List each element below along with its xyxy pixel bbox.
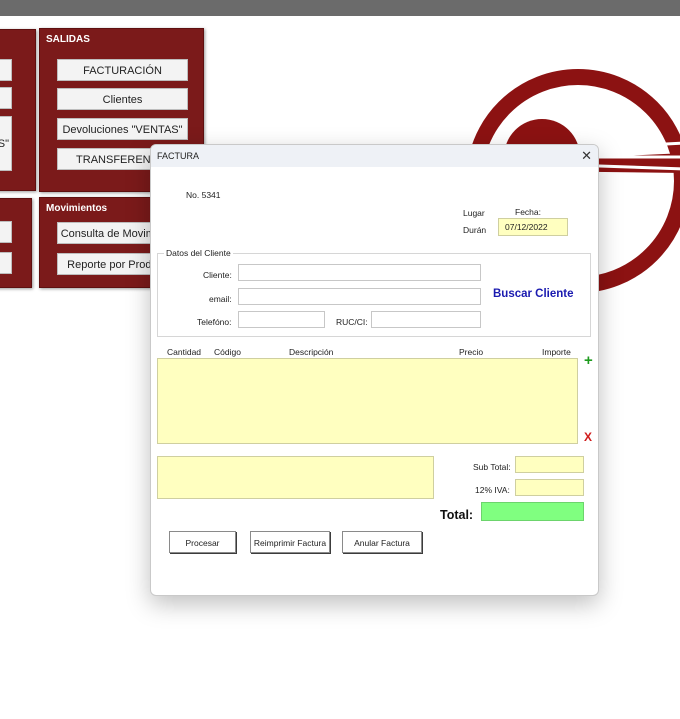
dialog-titlebar: FACTURA ✕ <box>151 145 598 167</box>
buscar-cliente-button[interactable]: Buscar Cliente <box>493 288 574 300</box>
email-input[interactable] <box>238 288 481 305</box>
procesar-button[interactable]: Procesar <box>169 531 236 553</box>
clientes-button[interactable]: Clientes <box>57 88 188 110</box>
telefono-input[interactable] <box>238 311 325 328</box>
total-field[interactable] <box>481 502 584 521</box>
dialog-title: FACTURA <box>157 151 200 161</box>
left-panel-button-3[interactable]: S" <box>0 116 12 171</box>
header-precio: Precio <box>459 347 484 357</box>
cliente-label: Cliente: <box>203 270 232 280</box>
iva-label: 12% IVA: <box>475 485 510 495</box>
lugar-label: Lugar <box>463 208 485 218</box>
items-list[interactable] <box>157 358 578 444</box>
remove-item-icon[interactable]: X <box>584 430 592 444</box>
top-bar <box>0 0 680 16</box>
invoice-number: No. 5341 <box>186 190 221 200</box>
datos-cliente-legend: Datos del Cliente <box>164 248 233 258</box>
subtotal-field[interactable] <box>515 456 584 473</box>
left-panel-button-5[interactable] <box>0 252 12 274</box>
header-cantidad: Cantidad <box>167 347 202 357</box>
cliente-input[interactable] <box>238 264 481 281</box>
fecha-label: Fecha: <box>515 207 541 217</box>
header-descripcion: Descripción <box>289 347 334 357</box>
salidas-title: SALIDAS <box>46 34 90 45</box>
reimprimir-factura-button[interactable]: Reimprimir Factura <box>250 531 330 553</box>
fecha-field[interactable]: 07/12/2022 <box>498 218 568 236</box>
ruc-ci-input[interactable] <box>371 311 481 328</box>
lugar-value: Durán <box>463 225 487 235</box>
left-panel-button-1[interactable] <box>0 59 12 81</box>
left-panel-button-2[interactable] <box>0 87 12 109</box>
add-item-icon[interactable]: + <box>584 352 593 369</box>
subtotal-label: Sub Total: <box>473 462 511 472</box>
movimientos-title: Movimientos <box>46 203 108 214</box>
left-panel-button-3-label: S" <box>0 138 9 150</box>
left-panel-button-4[interactable] <box>0 221 12 243</box>
close-icon[interactable]: ✕ <box>581 148 592 164</box>
left-panel-top: S" <box>0 29 36 191</box>
anular-factura-button[interactable]: Anular Factura <box>342 531 422 553</box>
factura-dialog: FACTURA ✕ No. 5341 Lugar Fecha: Durán 07… <box>150 144 599 596</box>
ruc-ci-label: RUC/CI: <box>336 317 368 327</box>
notes-area[interactable] <box>157 456 434 499</box>
left-panel-bottom <box>0 198 32 288</box>
header-importe: Importe <box>542 347 571 357</box>
total-label: Total: <box>440 508 474 522</box>
fecha-value: 07/12/2022 <box>505 222 548 232</box>
email-label: email: <box>209 294 232 304</box>
telefono-label: Telefóno: <box>197 317 232 327</box>
facturacion-button[interactable]: FACTURACIÓN <box>57 59 188 81</box>
header-codigo: Código <box>214 347 241 357</box>
iva-field[interactable] <box>515 479 584 496</box>
devoluciones-ventas-button[interactable]: Devoluciones "VENTAS" <box>57 118 188 140</box>
